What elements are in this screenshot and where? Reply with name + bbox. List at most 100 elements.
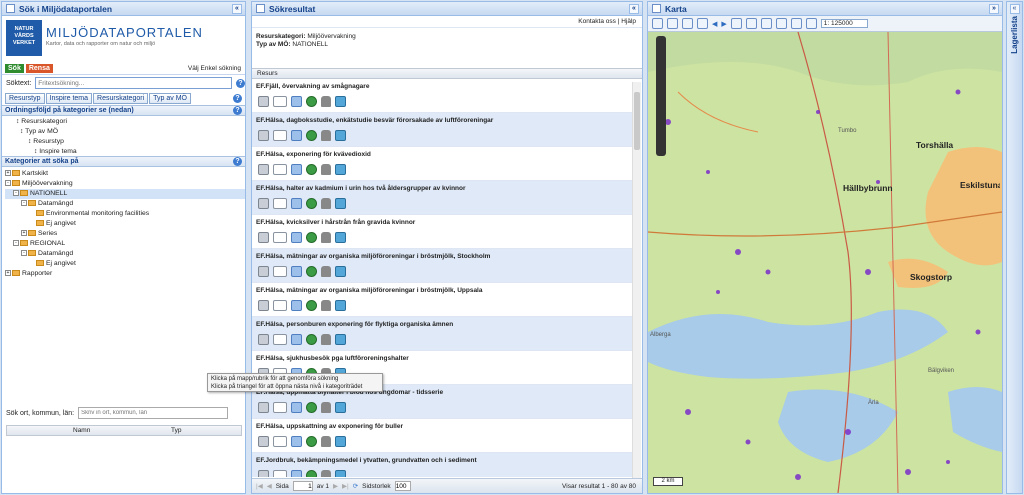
next-page-icon[interactable]: ▶ [333,482,338,490]
help-link[interactable]: Hjälp [621,18,636,25]
tree-toggle-icon[interactable]: - [5,180,11,187]
globe-icon[interactable] [306,198,317,209]
layers-icon[interactable] [775,18,787,29]
add-to-map-icon[interactable] [335,300,346,311]
metadata-icon[interactable] [258,130,269,141]
globe-icon[interactable] [306,402,317,413]
result-row[interactable]: EF.Hälsa, uppskattning av exponering för… [252,419,632,453]
download-icon[interactable] [321,96,331,107]
result-row[interactable]: EF.Hälsa, personburen exponering för fly… [252,317,632,351]
result-row[interactable]: EF.Jordbruk, bekämpningsmedel i ytvatten… [252,453,632,477]
map-preview-icon[interactable] [273,402,287,413]
tree-node[interactable]: - Datamängd [5,199,245,209]
map-preview-icon[interactable] [273,436,287,447]
add-to-map-icon[interactable] [335,198,346,209]
tree-toggle-icon[interactable]: + [5,170,11,177]
map-preview-icon[interactable] [273,266,287,277]
order-help-icon[interactable]: ? [233,106,242,115]
result-title[interactable]: EF.Hälsa, personburen exponering för fly… [252,317,632,328]
tree-node[interactable]: Ej angivet [5,259,245,269]
tree-toggle-icon[interactable]: - [13,240,19,247]
tree-toggle-icon[interactable]: + [5,270,11,277]
result-row[interactable]: EF.Hälsa, exponering för kvävedioxid [252,147,632,181]
scale-select[interactable]: 1: 125000 [820,19,868,28]
zoom-extent-icon[interactable] [697,18,708,29]
result-title[interactable]: EF.Hälsa, exponering för kvävedioxid [252,147,632,158]
document-icon[interactable] [291,470,302,477]
globe-icon[interactable] [306,300,317,311]
tab-inspire-tema[interactable]: Inspire tema [45,92,93,104]
tree-node[interactable]: Ej angivet [5,219,245,229]
tree-node[interactable]: - Miljöövervakning [5,179,245,189]
result-title[interactable]: EF.Fjäll, övervakning av smågnagare [252,79,632,90]
search-input[interactable] [35,77,233,89]
map-preview-icon[interactable] [273,334,287,345]
scrollbar-thumb[interactable] [634,92,640,150]
result-title[interactable]: EF.Hälsa, halter av kadmium i urin hos t… [252,181,632,192]
metadata-icon[interactable] [258,402,269,413]
layer-list-panel[interactable]: « Lagerlista [1006,1,1023,494]
result-row[interactable]: EF.Fjäll, övervakning av smågnagare [252,79,632,113]
tree-toggle-icon[interactable]: + [21,230,27,237]
globe-icon[interactable] [306,130,317,141]
document-icon[interactable] [291,334,302,345]
metadata-icon[interactable] [258,300,269,311]
back-arrow-icon[interactable]: ◀ [712,20,717,28]
result-title[interactable]: EF.Hälsa, sjukhusbesök pga luftförorenin… [252,351,632,362]
tree-toggle-icon[interactable]: - [21,250,27,257]
metadata-icon[interactable] [258,164,269,175]
download-icon[interactable] [321,232,331,243]
document-icon[interactable] [291,96,302,107]
result-row[interactable]: EF.Hälsa, mätningar av organiska miljöfö… [252,249,632,283]
tab-resurstyp[interactable]: Resurstyp [5,92,45,104]
document-icon[interactable] [291,232,302,243]
metadata-icon[interactable] [258,470,269,477]
add-to-map-icon[interactable] [335,232,346,243]
col-namn[interactable]: Namn [7,426,171,435]
document-icon[interactable] [291,266,302,277]
refresh-icon[interactable]: ⟳ [353,482,358,490]
map-canvas[interactable]: Torshälla Hällbybrunn Eskilstuna Skogsto… [648,32,1002,493]
document-icon[interactable] [291,198,302,209]
download-icon[interactable] [321,470,331,477]
result-title[interactable]: EF.Hälsa, mätningar av organiska miljöfö… [252,283,632,294]
add-to-map-icon[interactable] [335,266,346,277]
download-icon[interactable] [321,266,331,277]
document-icon[interactable] [291,164,302,175]
download-icon[interactable] [321,198,331,209]
download-icon[interactable] [321,402,331,413]
globe-icon[interactable] [306,266,317,277]
tree-node[interactable]: - NATIONELL [5,189,245,199]
tree-toggle-icon[interactable]: - [21,200,27,207]
sok-tab[interactable]: Sök [5,63,24,73]
forward-arrow-icon[interactable]: ▶ [721,20,726,28]
collapse-left-button[interactable]: « [232,3,242,14]
prev-page-icon[interactable]: ◀ [267,482,272,490]
map-preview-icon[interactable] [273,300,287,311]
download-icon[interactable] [321,436,331,447]
metadata-icon[interactable] [258,334,269,345]
tree-node[interactable]: + Kartskikt [5,169,245,179]
result-row[interactable]: EF.Hälsa, mätningar av organiska miljöfö… [252,283,632,317]
col-typ[interactable]: Typ [171,426,181,435]
rensa-tab[interactable]: Rensa [25,63,53,73]
place-input[interactable] [78,407,229,419]
first-page-icon[interactable]: |◀ [256,482,263,490]
result-title[interactable]: EF.Jordbruk, bekämpningsmedel i ytvatten… [252,453,632,464]
metadata-icon[interactable] [258,96,269,107]
metadata-icon[interactable] [258,266,269,277]
map-preview-icon[interactable] [273,96,287,107]
add-to-map-icon[interactable] [335,96,346,107]
map-preview-icon[interactable] [273,130,287,141]
page-size-input[interactable] [394,481,411,491]
download-icon[interactable] [321,164,331,175]
download-icon[interactable] [321,130,331,141]
tree-node[interactable]: - Datamängd [5,249,245,259]
document-icon[interactable] [291,300,302,311]
zoom-in-icon[interactable] [652,18,663,29]
document-icon[interactable] [291,402,302,413]
result-title[interactable]: EF.Hälsa, uppskattning av exponering för… [252,419,632,430]
table-icon[interactable] [790,18,802,29]
result-row[interactable]: EF.Hälsa, dagboksstudie, enkätstudie bes… [252,113,632,147]
results-scrollbar[interactable] [632,82,641,480]
